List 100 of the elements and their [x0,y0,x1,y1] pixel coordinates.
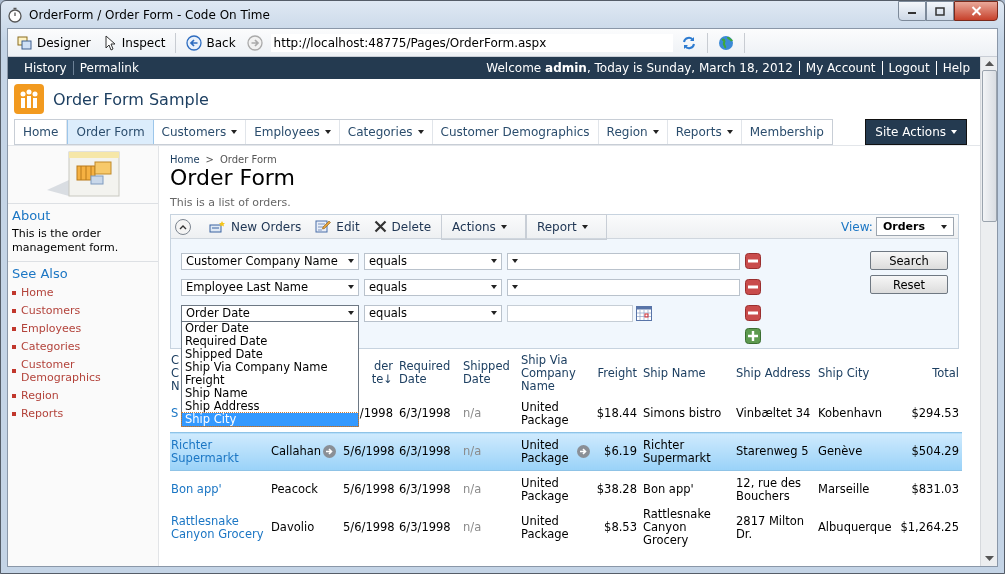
list-option[interactable]: Freight [182,374,358,387]
breadcrumb-link[interactable]: Home [170,154,200,165]
minimize-button[interactable] [898,1,926,21]
menu-item[interactable]: Reports [667,120,742,144]
table-cell-text: 2817 Milton Dr. [736,514,806,541]
remove-icon[interactable] [745,305,761,321]
top-link[interactable]: Permalink [72,61,145,75]
action-button[interactable]: Delete [369,219,442,234]
sidebar-link[interactable]: Categories [21,340,81,353]
scroll-down-icon[interactable] [984,556,994,562]
menu-item[interactable]: Membership [741,120,832,144]
column-header[interactable]: Required Date [399,360,457,386]
sidebar-link[interactable]: Customer Demographics [21,358,154,384]
refresh-icon [680,34,697,51]
windows-icon [17,34,33,51]
remove-icon[interactable] [745,253,761,269]
field-select[interactable]: Order Date [181,304,359,322]
top-link[interactable]: Help [935,61,970,75]
sidebar-link[interactable]: Home [21,286,54,299]
operator-select[interactable]: equals [364,252,502,270]
table-cell-text: Bon app' [643,483,695,496]
back-button[interactable]: Back [183,32,239,53]
add-icon[interactable] [745,328,761,344]
about-text: This is the order management form. [12,227,120,255]
column-header[interactable]: Ship City [818,366,890,380]
remove-icon[interactable] [745,279,761,295]
table-link[interactable]: Rattlesnake Canyon Grocery [171,514,265,541]
list-option[interactable]: Ship Name [182,387,358,400]
table-cell-text: Rattlesnake Canyon Grocery [643,508,712,547]
breadcrumb-separator: > [205,154,214,165]
filter-button[interactable]: Search [870,251,948,270]
arrow-circle-icon[interactable] [323,445,337,458]
breadcrumb-link[interactable]: Order Form [219,154,277,165]
collapse-button[interactable] [175,218,191,235]
site-actions-button[interactable]: Site Actions [865,119,967,145]
menu-item[interactable]: Order Form [67,120,154,144]
column-header[interactable]: Shipped Date [463,360,515,386]
address-field[interactable]: http://localhost:48775/Pages/OrderForm.aspx [270,33,673,52]
arrow-circle-icon[interactable] [577,445,590,458]
action-button[interactable]: Actions [441,213,526,240]
menu-item[interactable]: Customers [153,120,247,144]
chevron-up-icon [179,223,187,230]
date-field[interactable] [507,304,633,322]
list-option[interactable]: Ship Via Company Name [182,361,358,374]
list-option[interactable]: Ship Address [182,400,358,413]
action-button[interactable]: Report [525,213,607,240]
table-cell-text: United Package [521,400,570,427]
field-select[interactable]: Customer Company Name [181,252,359,270]
view-label: View: [841,219,873,234]
table-cell-text: Davolio [271,521,316,534]
column-header[interactable]: Ship Via Company Name [521,353,590,393]
maximize-button[interactable] [926,1,954,21]
table-cell: $38.28 [596,483,637,496]
menu-item[interactable]: Customer Demographics [432,120,599,144]
action-button[interactable]: New Orders [205,219,312,234]
bullet-icon [12,344,16,349]
filter-button[interactable]: Reset [870,275,948,294]
caret-icon [491,285,497,289]
caret-icon [581,224,588,229]
caret-icon [512,259,518,263]
table-cell-text: United Package [521,438,570,465]
designer-button[interactable]: Designer [14,32,94,53]
action-button[interactable]: Edit [311,219,370,234]
list-option[interactable]: Order Date [182,322,358,335]
view-select[interactable]: Orders [875,217,954,236]
table-cell-text: n/a [463,445,483,458]
inspect-button[interactable]: Inspect [98,32,169,53]
sidebar-link[interactable]: Reports [21,407,64,420]
column-header[interactable]: Total [896,366,959,380]
calendar-icon[interactable] [636,305,652,321]
table-cell-text: n/a [463,483,483,496]
sidebar-link[interactable]: Employees [21,322,82,335]
close-icon [373,220,387,233]
operator-select[interactable]: equals [364,278,502,296]
sidebar-link[interactable]: Region [21,389,59,402]
table-cell-text: 6/3/1998 [399,521,452,534]
table-cell: 5/6/1998 [343,521,393,534]
sidebar-link[interactable]: Customers [21,304,81,317]
top-link[interactable]: History [18,61,73,75]
close-button[interactable] [954,1,998,21]
top-link[interactable]: My Account [798,61,882,75]
menu-item[interactable]: Region [598,120,668,144]
caret-icon [491,311,497,315]
table-cell-text: 12, rue des Bouchers [736,476,803,503]
table-cell-text: United Package [521,514,570,541]
table-link[interactable]: Bon app' [171,483,265,496]
menu-item[interactable]: Categories [339,120,433,144]
table-cell-text: Marseille [818,483,871,496]
list-option[interactable]: Required Date [182,335,358,348]
bullet-icon [12,326,16,331]
top-link[interactable]: Logout [881,61,936,75]
column-header[interactable]: Ship Address [736,366,812,380]
operator-select[interactable]: equals [364,304,502,322]
field-select[interactable]: Employee Last Name [181,278,359,296]
menu-item[interactable]: Employees [246,120,340,144]
column-header[interactable]: Freight [596,366,637,380]
scroll-up-icon[interactable] [984,60,994,66]
scrollbar-thumb[interactable] [981,70,997,222]
column-header[interactable]: Ship Name [643,366,730,380]
list-option[interactable]: Shipped Date [182,348,358,361]
